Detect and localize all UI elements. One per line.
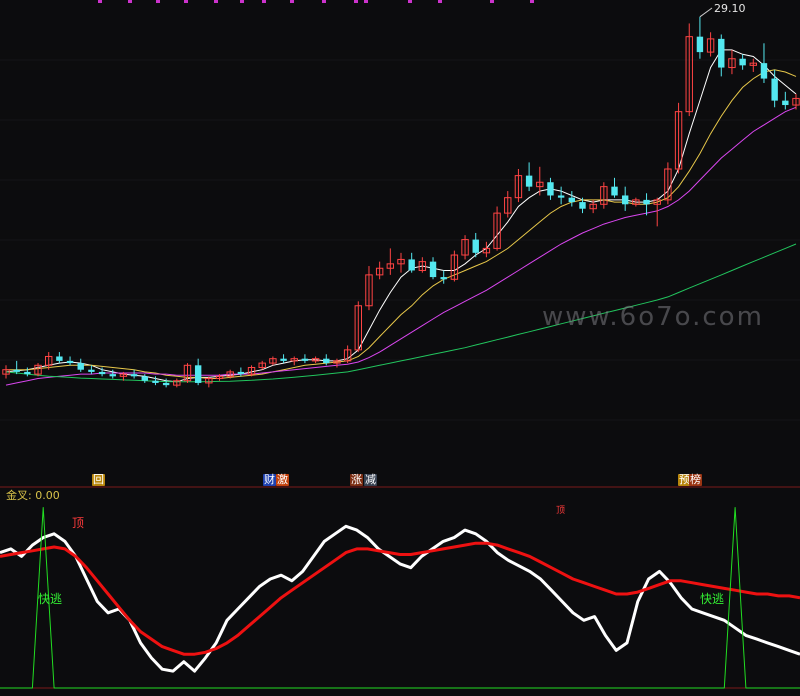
candle-body-down: [56, 356, 63, 361]
top-marker: [490, 0, 494, 3]
candle-body-down: [643, 199, 650, 205]
tag-jian[interactable]: 减: [364, 474, 377, 486]
candle-body-down: [152, 380, 159, 383]
indicator-lines: [0, 507, 800, 689]
high-price-label: 29.10: [714, 2, 746, 15]
top-marker: [322, 0, 326, 3]
label-top-2: 顶: [556, 506, 566, 516]
top-marker: [438, 0, 442, 3]
chart-canvas: [0, 0, 800, 689]
top-marker: [128, 0, 132, 3]
panel-separator: [0, 486, 800, 689]
candle-body-down: [194, 365, 202, 383]
candle-body-down: [782, 100, 789, 106]
tag-cai[interactable]: 财: [263, 474, 276, 486]
tag-hui[interactable]: 回: [92, 474, 105, 486]
candle-body-down: [109, 374, 116, 377]
candle-body-down: [66, 360, 74, 364]
grid: [0, 59, 800, 421]
candle-body-down: [280, 358, 287, 361]
candle-body-down: [760, 63, 768, 79]
candle-body-down: [611, 186, 618, 196]
ma-line-3: [5, 106, 797, 386]
candle-body-down: [621, 195, 629, 205]
high-pointer: [699, 7, 713, 18]
top-marker: [262, 0, 266, 3]
top-markers: [98, 0, 534, 3]
candle-body-down: [237, 371, 245, 375]
candle-body-down: [301, 358, 309, 361]
top-marker: [98, 0, 102, 3]
candle-body-down: [771, 78, 778, 101]
indicator-line-1: [0, 524, 800, 673]
candle-body-down: [13, 369, 20, 372]
candle-body-down: [440, 277, 447, 280]
candle-body-down: [718, 38, 725, 68]
label-top: 顶: [72, 516, 85, 530]
candle-body-down: [98, 371, 106, 375]
tag-ji[interactable]: 激: [276, 474, 289, 486]
candle-body-down: [739, 58, 746, 66]
ma-line-1: [5, 49, 797, 383]
candle-body-down: [323, 358, 330, 364]
candle-body-down: [568, 197, 576, 203]
candle-body-down: [77, 363, 84, 370]
tag-zhang[interactable]: 涨: [350, 474, 363, 486]
candle-body-down: [130, 374, 138, 377]
ma-line-2: [6, 69, 797, 379]
top-marker: [530, 0, 534, 3]
top-marker: [408, 0, 412, 3]
candle-body-down: [141, 376, 148, 381]
indicator-title: 金叉: 0.00: [6, 489, 60, 502]
watermark: www.6o7o.com: [542, 302, 764, 332]
candle-body-down: [24, 371, 31, 375]
candle-body-down: [162, 382, 170, 386]
chart-stage: www.6o7o.com 29.10 回 财 激 涨 减 预 榜 金叉: 0.0…: [0, 0, 800, 692]
candle-body-down: [547, 182, 554, 196]
candle-body-down: [472, 239, 479, 253]
label-escape-1: 快逃: [38, 592, 63, 606]
top-marker: [156, 0, 160, 3]
candle-body-down: [696, 36, 704, 53]
candle-body-down: [579, 202, 586, 209]
ma-lines: [5, 49, 797, 386]
candle-body-down: [525, 175, 533, 187]
top-marker: [184, 0, 188, 3]
tag-bang[interactable]: 榜: [689, 474, 702, 486]
candle-body-down: [429, 261, 437, 278]
top-marker: [290, 0, 294, 3]
top-marker: [354, 0, 358, 3]
candle-body-down: [408, 259, 415, 271]
top-marker: [364, 0, 368, 3]
candle-body-down: [88, 369, 95, 372]
top-marker: [240, 0, 244, 3]
candle-body-down: [557, 195, 565, 198]
label-escape-2: 快逃: [700, 592, 725, 606]
top-marker: [214, 0, 218, 3]
